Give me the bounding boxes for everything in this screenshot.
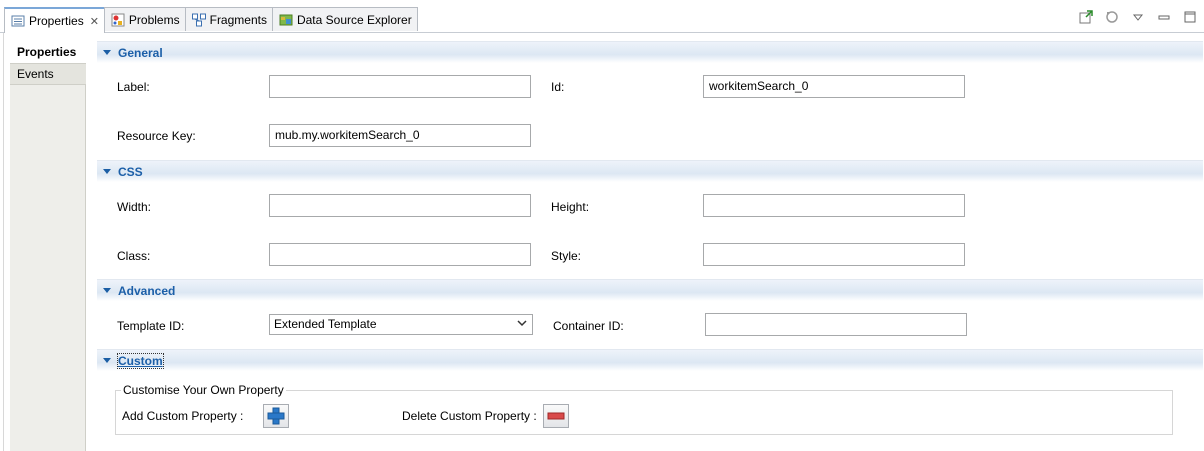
plus-icon — [267, 407, 285, 425]
pin-view-icon[interactable] — [1078, 9, 1094, 25]
maximize-icon[interactable] — [1182, 9, 1198, 25]
problems-icon — [111, 13, 125, 27]
section-title-advanced: Advanced — [118, 283, 176, 298]
sidenav-background — [10, 85, 86, 451]
sidebar-item-events[interactable]: Events — [10, 63, 86, 85]
left-edge — [0, 33, 4, 451]
tab-data-source-explorer-label: Data Source Explorer — [296, 12, 412, 27]
close-icon[interactable]: ✕ — [90, 15, 99, 28]
container-id-label: Container ID: — [553, 319, 624, 333]
section-title-general: General — [118, 45, 163, 60]
class-label: Class: — [117, 249, 151, 263]
template-id-label: Template ID: — [117, 319, 185, 333]
sidebar-item-label: Events — [17, 67, 54, 81]
custom-property-group-title: Customise Your Own Property — [121, 383, 286, 397]
height-label: Height: — [551, 200, 590, 214]
template-id-selected-value: Extended Template — [274, 317, 377, 331]
delete-custom-property-label: Delete Custom Property : — [402, 409, 537, 423]
tab-fragments-label: Fragments — [209, 12, 267, 27]
tab-problems[interactable]: Problems — [103, 7, 186, 31]
sidebar-item-label: Properties — [17, 45, 77, 59]
property-sidenav: Properties Events — [10, 41, 86, 451]
minus-icon — [547, 412, 565, 420]
template-id-select[interactable]: Extended Template — [269, 314, 533, 335]
add-custom-property-label: Add Custom Property : — [122, 409, 244, 423]
width-input[interactable] — [269, 194, 531, 217]
resource-key-label: Resource Key: — [117, 129, 196, 143]
expand-triangle-icon[interactable] — [103, 358, 111, 363]
label-input[interactable] — [269, 75, 531, 98]
chevron-down-icon[interactable] — [517, 318, 527, 331]
tab-properties-label: Properties — [29, 14, 84, 28]
properties-content: General Label: Id: workitemSearch_0 Reso… — [87, 33, 1204, 451]
section-header-css[interactable]: CSS — [97, 160, 1203, 182]
expand-triangle-icon[interactable] — [103, 288, 111, 293]
section-header-custom[interactable]: Custom — [97, 349, 1203, 371]
tab-problems-label: Problems — [128, 12, 180, 27]
view-menu-icon[interactable] — [1130, 9, 1146, 25]
id-input[interactable]: workitemSearch_0 — [703, 75, 965, 98]
tab-data-source-explorer[interactable]: Data Source Explorer — [271, 7, 418, 31]
id-label: Id: — [551, 80, 565, 94]
label-label: Label: — [117, 80, 150, 94]
expand-triangle-icon[interactable] — [103, 50, 111, 55]
section-header-advanced[interactable]: Advanced — [97, 279, 1203, 301]
section-header-general[interactable]: General — [97, 41, 1203, 63]
add-custom-property-button[interactable] — [263, 404, 289, 428]
delete-custom-property-button[interactable] — [543, 404, 569, 428]
section-title-css: CSS — [118, 164, 143, 179]
fragments-icon — [191, 13, 206, 27]
style-label: Style: — [551, 249, 582, 263]
sync-icon[interactable] — [1104, 9, 1120, 25]
width-label: Width: — [117, 200, 152, 214]
style-input[interactable] — [703, 243, 965, 266]
class-input[interactable] — [269, 243, 531, 266]
view-tab-bar: Properties ✕ Problems Fragments Data Sou… — [0, 0, 1204, 33]
height-input[interactable] — [703, 194, 965, 217]
data-source-explorer-icon — [279, 13, 293, 27]
tab-fragments[interactable]: Fragments — [184, 7, 273, 31]
properties-icon — [11, 14, 25, 28]
minimize-icon[interactable] — [1156, 9, 1172, 25]
view-toolbar — [1078, 9, 1198, 25]
resource-key-input[interactable]: mub.my.workitemSearch_0 — [269, 124, 531, 147]
sidebar-item-properties[interactable]: Properties — [10, 41, 86, 63]
view-tabs: Properties ✕ Problems Fragments Data Sou… — [4, 7, 418, 33]
expand-triangle-icon[interactable] — [103, 169, 111, 174]
container-id-input[interactable] — [705, 313, 967, 336]
tab-properties[interactable]: Properties ✕ — [4, 7, 105, 33]
section-title-custom: Custom — [117, 352, 164, 369]
